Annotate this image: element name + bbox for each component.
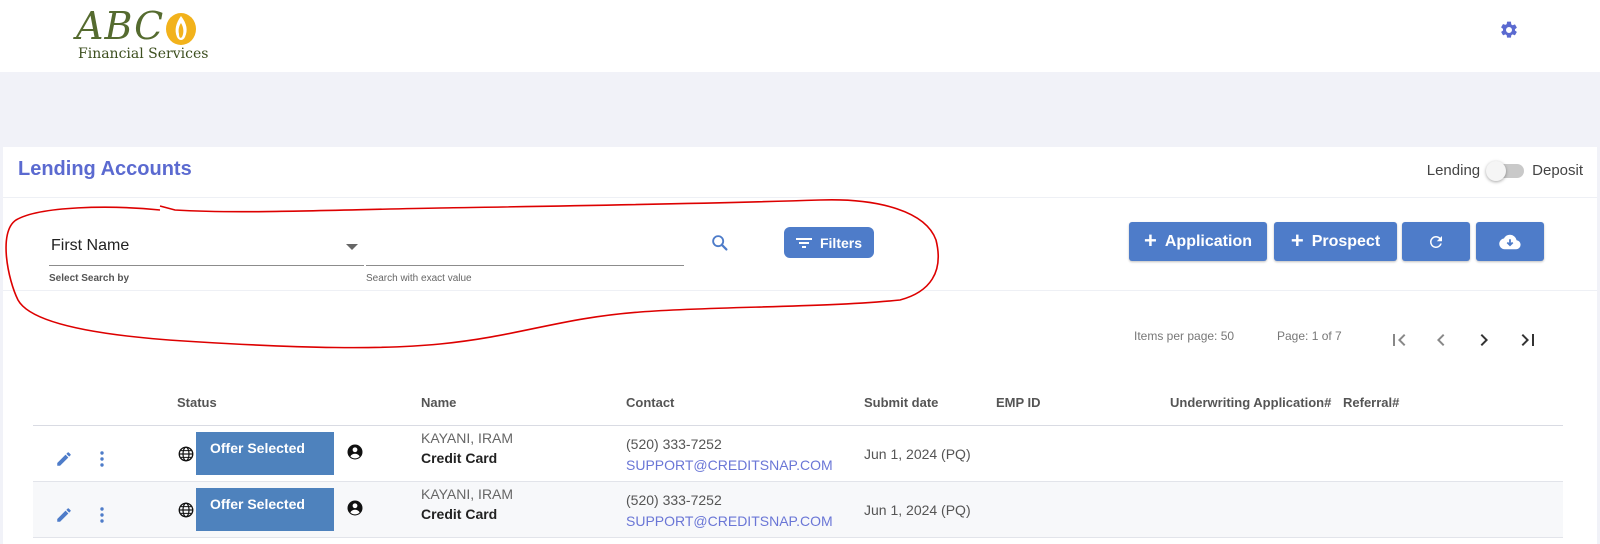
filters-button[interactable]: Filters bbox=[784, 227, 874, 258]
submit-date: Jun 1, 2024 (PQ) bbox=[864, 446, 971, 462]
filters-label: Filters bbox=[819, 234, 862, 251]
column-referral[interactable]: Referral# bbox=[1343, 395, 1399, 410]
column-contact[interactable]: Contact bbox=[626, 395, 674, 410]
page-info: Page: 1 of 7 bbox=[1277, 329, 1342, 343]
search-by-select[interactable]: First Name bbox=[49, 227, 364, 266]
status-badge: Offer Selected bbox=[196, 488, 334, 531]
search-input-hint: Search with exact value bbox=[366, 273, 472, 284]
product-type: Credit Card bbox=[421, 506, 498, 522]
contact-phone: (520) 333-7252 bbox=[626, 436, 722, 452]
first-page-icon[interactable] bbox=[1387, 328, 1411, 352]
toggle-knob[interactable] bbox=[1486, 160, 1507, 181]
applicant-name: KAYANI, IRAM bbox=[421, 486, 514, 502]
plus-icon: + bbox=[1290, 227, 1304, 253]
toggle-left-label: Lending bbox=[1426, 162, 1481, 179]
cloud-download-icon bbox=[1499, 234, 1521, 249]
add-prospect-button[interactable]: + Prospect bbox=[1274, 222, 1397, 261]
submit-date: Jun 1, 2024 (PQ) bbox=[864, 502, 971, 518]
application-label: Application bbox=[1164, 232, 1252, 250]
chevron-down-icon[interactable] bbox=[346, 244, 358, 250]
flame-icon bbox=[166, 13, 196, 45]
plus-icon: + bbox=[1144, 227, 1157, 253]
refresh-icon bbox=[1429, 235, 1442, 248]
download-button[interactable] bbox=[1476, 222, 1544, 261]
more-vert-icon[interactable] bbox=[99, 506, 105, 524]
logo-subtitle: Financial Services bbox=[78, 46, 209, 62]
account-circle-icon[interactable] bbox=[346, 443, 364, 461]
toolbar-divider bbox=[3, 290, 1597, 291]
next-page-icon[interactable] bbox=[1472, 328, 1496, 352]
column-status[interactable]: Status bbox=[177, 395, 217, 410]
column-underwriting[interactable]: Underwriting Application# bbox=[1170, 395, 1331, 410]
applicant-name: KAYANI, IRAM bbox=[421, 430, 514, 446]
product-type: Credit Card bbox=[421, 450, 498, 466]
logo-brand: ABC bbox=[76, 4, 165, 48]
more-vert-icon[interactable] bbox=[99, 450, 105, 468]
add-application-button[interactable]: + Application bbox=[1129, 222, 1267, 261]
search-by-hint: Select Search by bbox=[49, 273, 130, 284]
status-badge: Offer Selected bbox=[196, 432, 334, 475]
contact-email[interactable]: SUPPORT@CREDITSNAP.COM bbox=[626, 457, 833, 473]
prospect-label: Prospect bbox=[1311, 232, 1381, 250]
last-page-icon[interactable] bbox=[1516, 328, 1540, 352]
refresh-button[interactable] bbox=[1402, 222, 1470, 261]
toggle-switch[interactable] bbox=[1486, 160, 1525, 181]
lending-deposit-toggle: Lending Deposit bbox=[1426, 160, 1583, 181]
gear-icon[interactable] bbox=[1499, 20, 1519, 40]
page-title: Lending Accounts bbox=[18, 158, 192, 180]
column-submit-date[interactable]: Submit date bbox=[864, 395, 938, 410]
globe-icon bbox=[178, 502, 194, 518]
top-bar: ABC Financial Services bbox=[0, 0, 1600, 72]
items-per-page[interactable]: Items per page: 50 bbox=[1134, 329, 1234, 343]
search-by-value: First Name bbox=[51, 237, 130, 254]
lending-accounts-panel: Lending Accounts Lending Deposit First N… bbox=[3, 147, 1597, 544]
search-icon[interactable] bbox=[709, 232, 731, 254]
toggle-right-label: Deposit bbox=[1532, 162, 1583, 179]
search-input[interactable] bbox=[366, 227, 670, 263]
contact-email[interactable]: SUPPORT@CREDITSNAP.COM bbox=[626, 513, 833, 529]
company-logo: ABC Financial Services bbox=[76, 4, 209, 64]
globe-icon bbox=[178, 446, 194, 462]
table-row[interactable]: Offer Selected KAYANI, IRAM Credit Card … bbox=[33, 482, 1563, 538]
column-emp-id[interactable]: EMP ID bbox=[996, 395, 1041, 410]
previous-page-icon[interactable] bbox=[1429, 328, 1453, 352]
contact-phone: (520) 333-7252 bbox=[626, 492, 722, 508]
filter-icon bbox=[795, 237, 812, 248]
table-header: Status Name Contact Submit date EMP ID U… bbox=[33, 381, 1563, 426]
edit-icon[interactable] bbox=[55, 450, 73, 468]
column-name[interactable]: Name bbox=[421, 395, 456, 410]
search-input-field[interactable] bbox=[366, 227, 684, 266]
table-row[interactable]: Offer Selected KAYANI, IRAM Credit Card … bbox=[33, 426, 1563, 482]
panel-header: Lending Accounts Lending Deposit bbox=[3, 147, 1597, 198]
account-circle-icon[interactable] bbox=[346, 499, 364, 517]
edit-icon[interactable] bbox=[55, 506, 73, 524]
